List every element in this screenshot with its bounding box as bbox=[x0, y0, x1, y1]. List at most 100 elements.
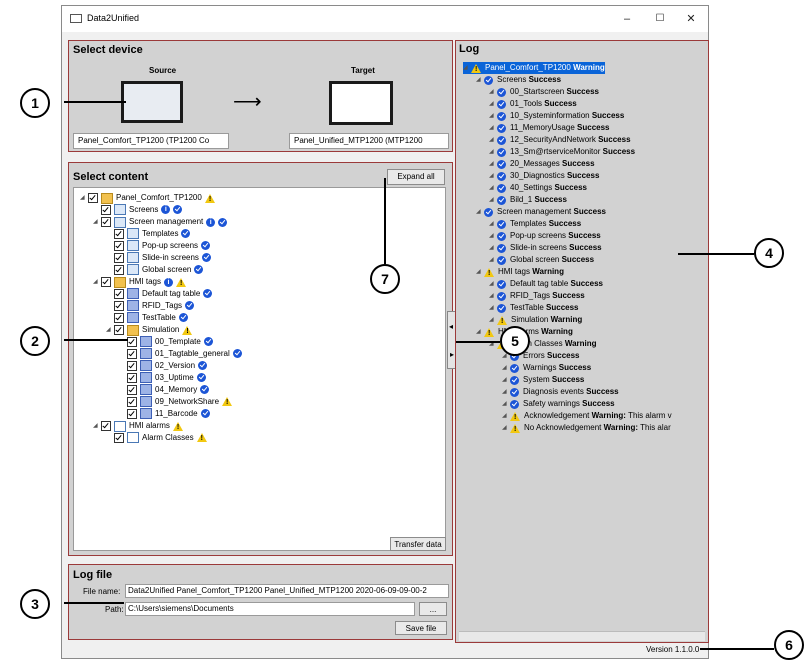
tree-checkbox[interactable] bbox=[114, 432, 124, 443]
tree-row[interactable]: 09_NetworkShare bbox=[119, 396, 233, 409]
expander-icon[interactable]: ◢ bbox=[93, 276, 101, 288]
tree-checkbox[interactable] bbox=[114, 325, 124, 335]
tree-checkbox[interactable] bbox=[114, 240, 124, 251]
tree-checkbox[interactable] bbox=[127, 408, 137, 419]
log-row[interactable]: ◢ 00_Startscreen Success bbox=[489, 86, 599, 98]
tree-row[interactable]: ◢ Screen management i bbox=[93, 216, 228, 228]
log-row[interactable]: ◢ Screens Success bbox=[476, 74, 561, 86]
expander-icon[interactable]: ◢ bbox=[80, 192, 88, 204]
expander-icon[interactable]: ◢ bbox=[489, 122, 497, 134]
transfer-data-button[interactable]: Transfer data bbox=[390, 537, 446, 551]
tree-row[interactable]: 04_Memory bbox=[119, 384, 210, 396]
tree-row[interactable]: Slide-in screens bbox=[106, 252, 211, 264]
tree-checkbox[interactable] bbox=[114, 264, 124, 275]
log-row[interactable]: ◢ Bild_1 Success bbox=[489, 194, 567, 206]
expander-icon[interactable]: ◢ bbox=[489, 110, 497, 122]
expander-icon[interactable]: ◢ bbox=[489, 242, 497, 254]
file-name-input[interactable]: Data2Unified Panel_Comfort_TP1200 Panel_… bbox=[125, 584, 449, 598]
tree-row[interactable]: ◢ Simulation bbox=[106, 324, 193, 338]
source-device-select[interactable]: Panel_Comfort_TP1200 (TP1200 Co bbox=[73, 133, 229, 149]
log-row[interactable]: ◢ Templates Success bbox=[489, 218, 581, 230]
log-row[interactable]: ◢ TestTable Success bbox=[489, 302, 579, 314]
log-horizontal-scrollbar[interactable] bbox=[459, 631, 705, 641]
tree-row[interactable]: Global screen bbox=[106, 264, 204, 276]
expander-icon[interactable]: ◢ bbox=[502, 362, 510, 374]
expander-icon[interactable]: ◢ bbox=[489, 194, 497, 206]
path-input[interactable]: C:\Users\siemens\Documents bbox=[125, 602, 415, 616]
tree-checkbox[interactable] bbox=[127, 360, 137, 371]
log-row[interactable]: ◢ No Acknowledgement Warning: This alar bbox=[502, 422, 671, 435]
expander-icon[interactable]: ◢ bbox=[489, 146, 497, 158]
tree-checkbox[interactable] bbox=[114, 312, 124, 323]
log-row[interactable]: ◢ Acknowledgement Warning: This alarm v bbox=[502, 410, 672, 423]
log-row[interactable]: ◢ Warnings Success bbox=[502, 362, 591, 374]
tree-checkbox[interactable] bbox=[101, 217, 111, 227]
tree-row[interactable]: 03_Uptime bbox=[119, 372, 206, 384]
expander-icon[interactable]: ◢ bbox=[106, 324, 114, 336]
tree-checkbox[interactable] bbox=[114, 228, 124, 239]
collapse-left-icon[interactable]: ◂ bbox=[449, 322, 453, 331]
tree-row[interactable]: ◢ HMI alarms bbox=[93, 420, 183, 434]
expand-right-icon[interactable]: ▸ bbox=[450, 350, 454, 359]
log-row[interactable]: ◢ 12_SecurityAndNetwork Success bbox=[489, 134, 631, 146]
expander-icon[interactable]: ◢ bbox=[476, 326, 484, 338]
tree-row[interactable]: RFID_Tags bbox=[106, 300, 195, 312]
expander-icon[interactable]: ◢ bbox=[489, 278, 497, 290]
expander-icon[interactable]: ◢ bbox=[502, 410, 510, 422]
expander-icon[interactable]: ◢ bbox=[489, 302, 497, 314]
log-row[interactable]: ◢ HMI tags Warning bbox=[476, 266, 564, 279]
expander-icon[interactable]: ◢ bbox=[489, 98, 497, 110]
log-row[interactable]: ◢ 30_Diagnostics Success bbox=[489, 170, 599, 182]
expander-icon[interactable]: ◢ bbox=[489, 230, 497, 242]
log-row[interactable]: ◢ 40_Settings Success bbox=[489, 182, 587, 194]
maximize-button[interactable]: ☐ bbox=[645, 6, 675, 32]
minimize-button[interactable]: – bbox=[612, 6, 642, 32]
expander-icon[interactable]: ◢ bbox=[489, 290, 497, 302]
expander-icon[interactable]: ◢ bbox=[476, 74, 484, 86]
tree-row[interactable]: 02_Version bbox=[119, 360, 208, 372]
log-row[interactable]: ◢ RFID_Tags Success bbox=[489, 290, 585, 302]
tree-row[interactable]: Alarm Classes bbox=[106, 432, 207, 445]
expander-icon[interactable]: ◢ bbox=[489, 254, 497, 266]
expander-icon[interactable]: ◢ bbox=[489, 170, 497, 182]
tree-checkbox[interactable] bbox=[127, 336, 137, 347]
tree-row[interactable]: 01_Tagtable_general bbox=[119, 348, 242, 360]
expand-all-button[interactable]: Expand all bbox=[387, 169, 445, 185]
expander-icon[interactable]: ◢ bbox=[93, 420, 101, 432]
tree-checkbox[interactable] bbox=[101, 277, 111, 287]
tree-row[interactable]: Pop-up screens bbox=[106, 240, 211, 252]
browse-button[interactable]: ... bbox=[419, 602, 447, 616]
tree-row[interactable]: ◢ Panel_Comfort_TP1200 bbox=[80, 192, 215, 206]
expander-icon[interactable]: ◢ bbox=[502, 422, 510, 434]
expander-icon[interactable]: ◢ bbox=[489, 218, 497, 230]
expander-icon[interactable]: ◢ bbox=[489, 86, 497, 98]
tree-row[interactable]: Templates bbox=[106, 228, 191, 240]
tree-checkbox[interactable] bbox=[101, 204, 111, 215]
tree-checkbox[interactable] bbox=[114, 300, 124, 311]
log-row[interactable]: ◢ Simulation Warning bbox=[489, 314, 582, 327]
expander-icon[interactable]: ◢ bbox=[489, 314, 497, 326]
tree-checkbox[interactable] bbox=[101, 421, 111, 431]
log-row[interactable]: ◢ System Success bbox=[502, 374, 584, 386]
tree-checkbox[interactable] bbox=[127, 396, 137, 407]
log-row[interactable]: ◢ Global screen Success bbox=[489, 254, 594, 266]
expander-icon[interactable]: ◢ bbox=[502, 398, 510, 410]
log-row[interactable]: ◢ 01_Tools Success bbox=[489, 98, 577, 110]
tree-row[interactable]: Default tag table bbox=[106, 288, 213, 300]
log-row[interactable]: ◢ Safety warnings Success bbox=[502, 398, 615, 410]
expander-icon[interactable]: ◢ bbox=[476, 206, 484, 218]
expander-icon[interactable]: ◢ bbox=[502, 374, 510, 386]
expander-icon[interactable]: ◢ bbox=[463, 62, 471, 74]
log-tree[interactable]: ◢ Panel_Comfort_TP1200 Warning ◢ Screens Su… bbox=[459, 56, 705, 641]
close-button[interactable]: ✕ bbox=[676, 6, 706, 32]
expander-icon[interactable]: ◢ bbox=[93, 216, 101, 228]
log-row[interactable]: ◢ Screen management Success bbox=[476, 206, 606, 218]
log-row[interactable]: ◢ Diagnosis events Success bbox=[502, 386, 619, 398]
log-row[interactable]: ◢ Pop-up screens Success bbox=[489, 230, 601, 242]
save-file-button[interactable]: Save file bbox=[395, 621, 447, 635]
tree-checkbox[interactable] bbox=[88, 193, 98, 203]
tree-checkbox[interactable] bbox=[127, 384, 137, 395]
expander-icon[interactable]: ◢ bbox=[489, 338, 497, 350]
tree-checkbox[interactable] bbox=[114, 288, 124, 299]
log-row[interactable]: ◢ 13_Sm@rtserviceMonitor Success bbox=[489, 146, 635, 158]
